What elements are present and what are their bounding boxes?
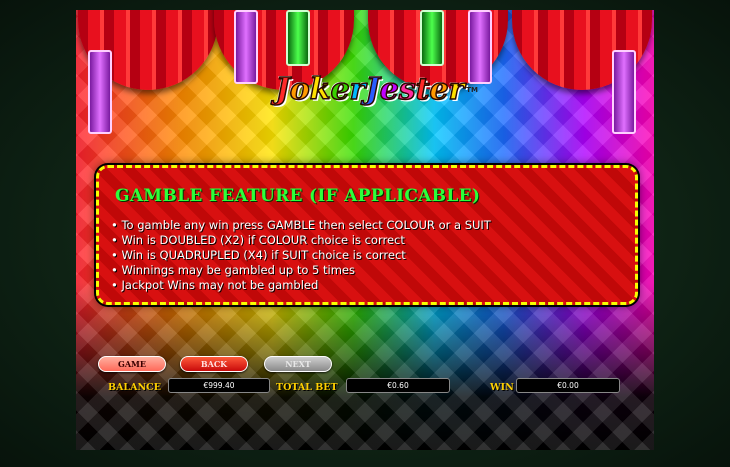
paytable-stage: JokerJester TM GAMBLE FEATURE (IF APPLIC… — [76, 10, 654, 450]
logo-letter: e — [330, 71, 351, 108]
win-label: WIN — [490, 382, 514, 393]
logo-letter: k — [309, 71, 331, 108]
next-button[interactable]: NEXT — [264, 356, 332, 372]
left-purple-banner — [234, 10, 258, 84]
logo-letter: s — [398, 71, 416, 108]
win-value: €0.00 — [516, 378, 620, 393]
gamble-rules-list: To gamble any win press GAMBLE then sele… — [111, 218, 491, 293]
game-frame: JokerJester TM GAMBLE FEATURE (IF APPLIC… — [0, 0, 730, 467]
logo-letter: r — [448, 71, 465, 108]
logo-letter: e — [429, 71, 450, 108]
total-bet-value: €0.60 — [346, 378, 450, 393]
rule-item: To gamble any win press GAMBLE then sele… — [111, 218, 490, 233]
balance-value: €999.40 — [168, 378, 270, 393]
rule-item: Win is DOUBLED (X2) if COLOUR choice is … — [111, 233, 491, 248]
logo-letter: J — [365, 71, 381, 108]
logo-letter: t — [415, 71, 430, 108]
rule-item: Win is QUADRUPLED (X4) if SUIT choice is… — [111, 248, 491, 263]
back-button[interactable]: BACK — [180, 356, 248, 372]
game-button[interactable]: GAME — [98, 356, 166, 372]
joker-jester-logo: JokerJester TM — [264, 68, 478, 112]
left-purple-drape — [88, 50, 112, 134]
panel-title: GAMBLE FEATURE (IF APPLICABLE) — [115, 186, 481, 206]
total-bet-label: TOTAL BET — [276, 382, 338, 393]
gamble-feature-panel: GAMBLE FEATURE (IF APPLICABLE) To gamble… — [96, 165, 638, 305]
right-purple-drape — [612, 50, 636, 134]
left-green-banner — [286, 10, 310, 66]
rule-item: Jackpot Wins may not be gambled — [111, 278, 491, 293]
logo-text: JokerJester — [275, 71, 465, 108]
logo-letter: J — [275, 71, 291, 108]
logo-letter: o — [289, 71, 311, 108]
trademark-mark: TM — [466, 86, 478, 94]
right-green-banner — [420, 10, 444, 66]
rule-item: Winnings may be gambled up to 5 times — [111, 263, 491, 278]
logo-letter: r — [349, 71, 366, 108]
logo-letter: e — [379, 71, 400, 108]
balance-label: BALANCE — [108, 382, 161, 393]
